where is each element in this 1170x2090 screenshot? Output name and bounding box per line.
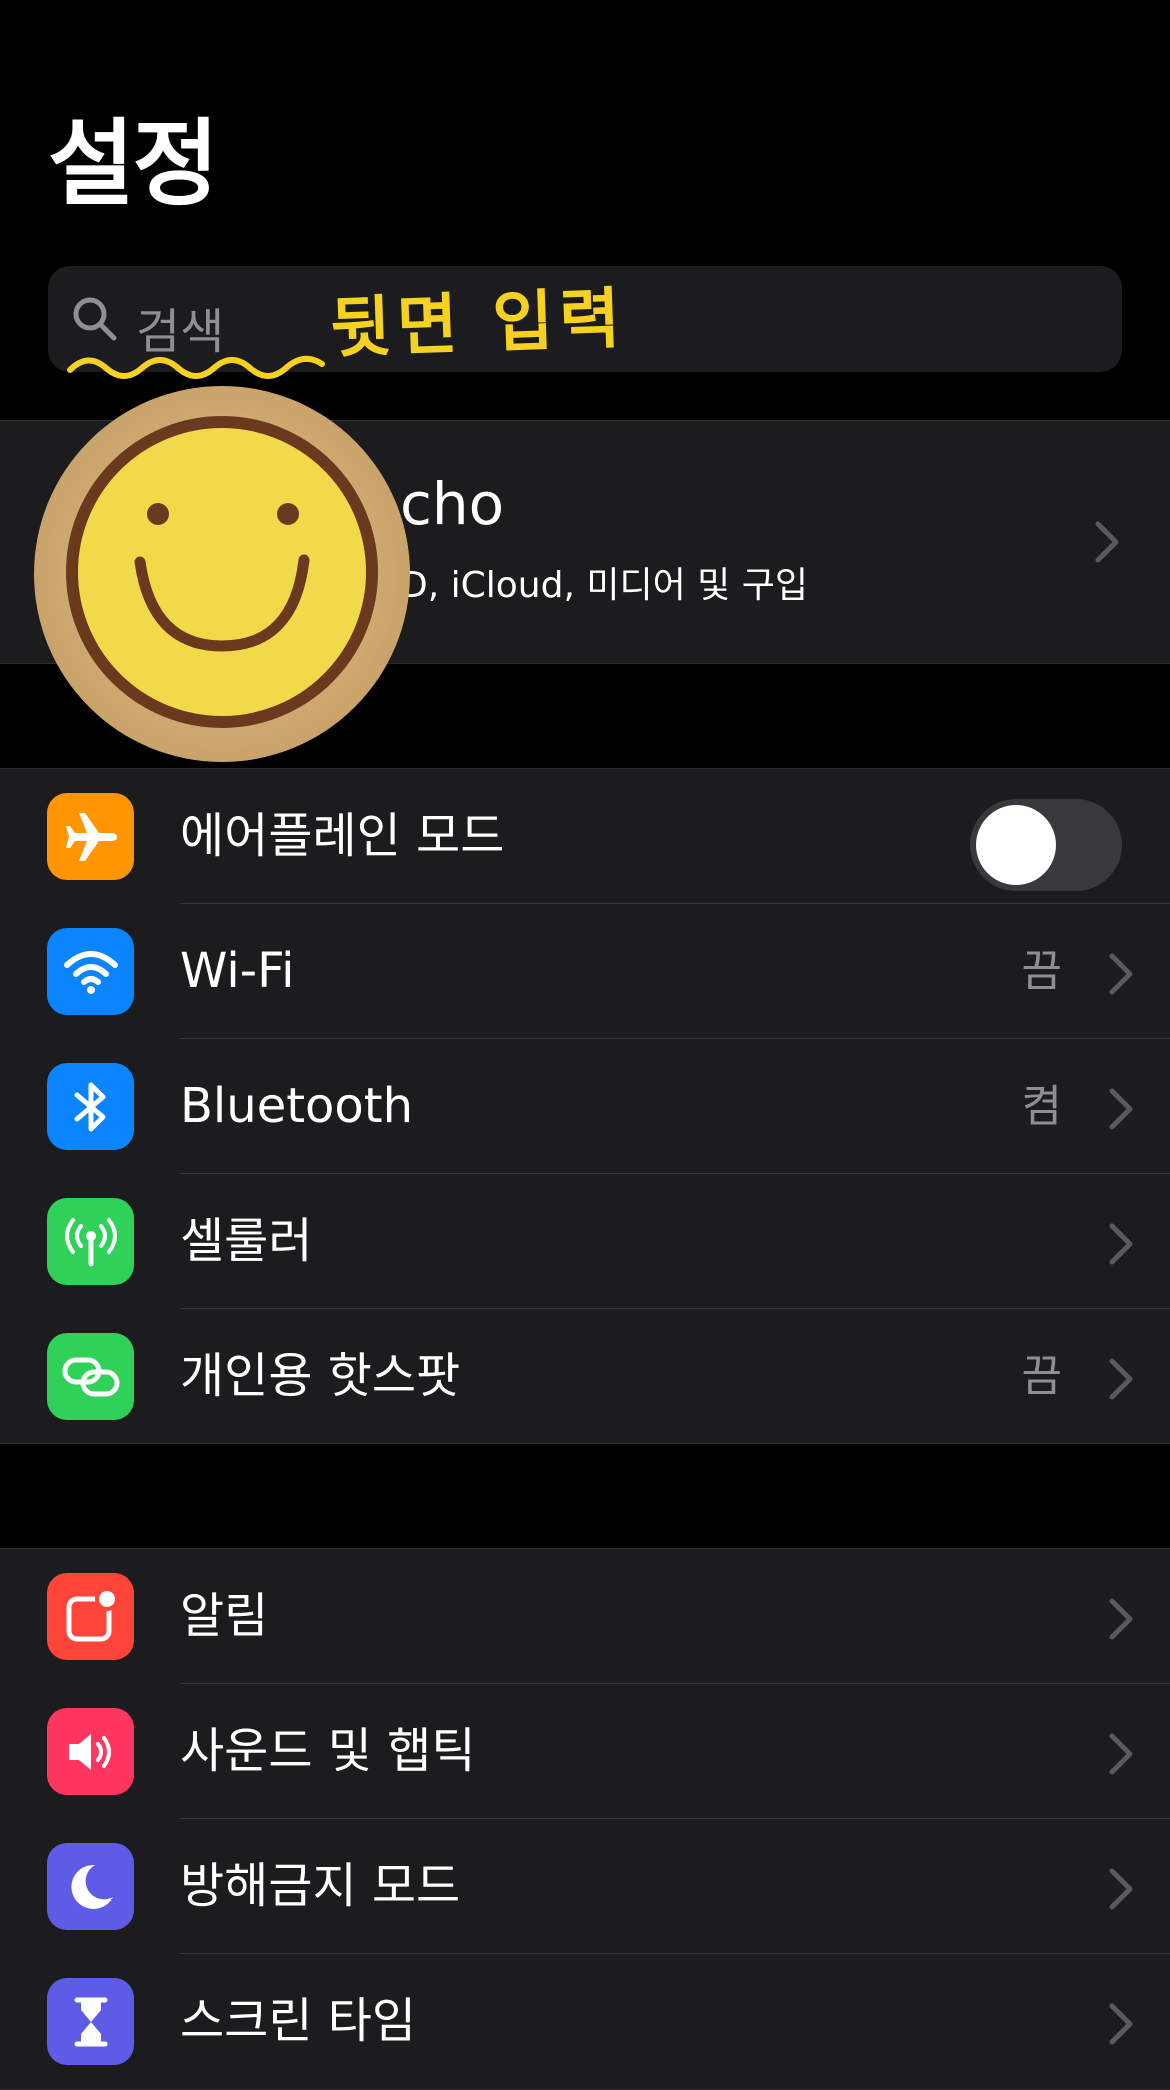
row-notifications[interactable]: 알림 xyxy=(0,1549,1170,1684)
chevron-right-icon xyxy=(1109,1598,1133,1640)
row-label: 셀룰러 xyxy=(180,1213,313,1269)
row-wifi[interactable]: Wi-Fi 끔 xyxy=(0,904,1170,1039)
hourglass-icon xyxy=(47,1978,134,2065)
row-label: 방해금지 모드 xyxy=(180,1858,461,1914)
row-personal-hotspot[interactable]: 개인용 핫스팟 끔 xyxy=(0,1309,1170,1444)
row-do-not-disturb[interactable]: 방해금지 모드 xyxy=(0,1819,1170,1954)
search-icon xyxy=(73,297,117,341)
hotspot-link-icon xyxy=(47,1333,134,1420)
row-label: 사운드 및 햅틱 xyxy=(180,1723,476,1779)
bluetooth-icon xyxy=(47,1063,134,1150)
wifi-icon xyxy=(47,928,134,1015)
notification-icon xyxy=(47,1573,134,1660)
row-label: 에어플레인 모드 xyxy=(180,808,505,864)
row-label: 스크린 타임 xyxy=(180,1993,417,2049)
row-bluetooth[interactable]: Bluetooth 켬 xyxy=(0,1039,1170,1174)
wifi-status: 끔 xyxy=(1021,946,1062,997)
chevron-right-icon xyxy=(1109,1088,1133,1130)
chevron-right-icon xyxy=(1109,1358,1133,1400)
row-label: Wi-Fi xyxy=(180,943,295,999)
toggle-knob xyxy=(976,805,1056,885)
speaker-icon xyxy=(47,1708,134,1795)
bluetooth-status: 켬 xyxy=(1021,1081,1062,1132)
row-cellular[interactable]: 셀룰러 xyxy=(0,1174,1170,1309)
row-sounds-haptics[interactable]: 사운드 및 햅틱 xyxy=(0,1684,1170,1819)
page-title: 설정 xyxy=(48,110,219,219)
chevron-right-icon xyxy=(1109,1733,1133,1775)
chevron-right-icon xyxy=(1109,1868,1133,1910)
row-label: Bluetooth xyxy=(180,1078,414,1134)
row-label: 개인용 핫스팟 xyxy=(180,1348,461,1404)
profile-name: cho xyxy=(400,470,505,538)
chevron-right-icon xyxy=(1109,2003,1133,2045)
airplane-mode-toggle[interactable] xyxy=(970,799,1122,891)
chevron-right-icon xyxy=(1109,1223,1133,1265)
moon-icon xyxy=(47,1843,134,1930)
connectivity-group: 에어플레인 모드 Wi-Fi 끔 Bluetooth 켬 셀룰러 개인용 핫스팟… xyxy=(0,768,1170,1444)
row-label: 알림 xyxy=(180,1588,269,1644)
chevron-right-icon xyxy=(1109,953,1133,995)
hotspot-status: 끔 xyxy=(1021,1351,1062,1402)
notifications-group: 알림 사운드 및 햅틱 방해금지 모드 스크린 타임 xyxy=(0,1548,1170,2090)
annotation-underline xyxy=(67,355,325,379)
chevron-right-icon xyxy=(1095,521,1119,563)
airplane-icon xyxy=(47,793,134,880)
smiley-sticker xyxy=(34,386,410,762)
row-screen-time[interactable]: 스크린 타임 xyxy=(0,1954,1170,2089)
row-airplane-mode[interactable]: 에어플레인 모드 xyxy=(0,769,1170,904)
profile-subtitle: D, iCloud, 미디어 및 구입 xyxy=(400,565,808,606)
antenna-icon xyxy=(47,1198,134,1285)
handwritten-annotation: 뒷면 입력 xyxy=(328,279,628,368)
